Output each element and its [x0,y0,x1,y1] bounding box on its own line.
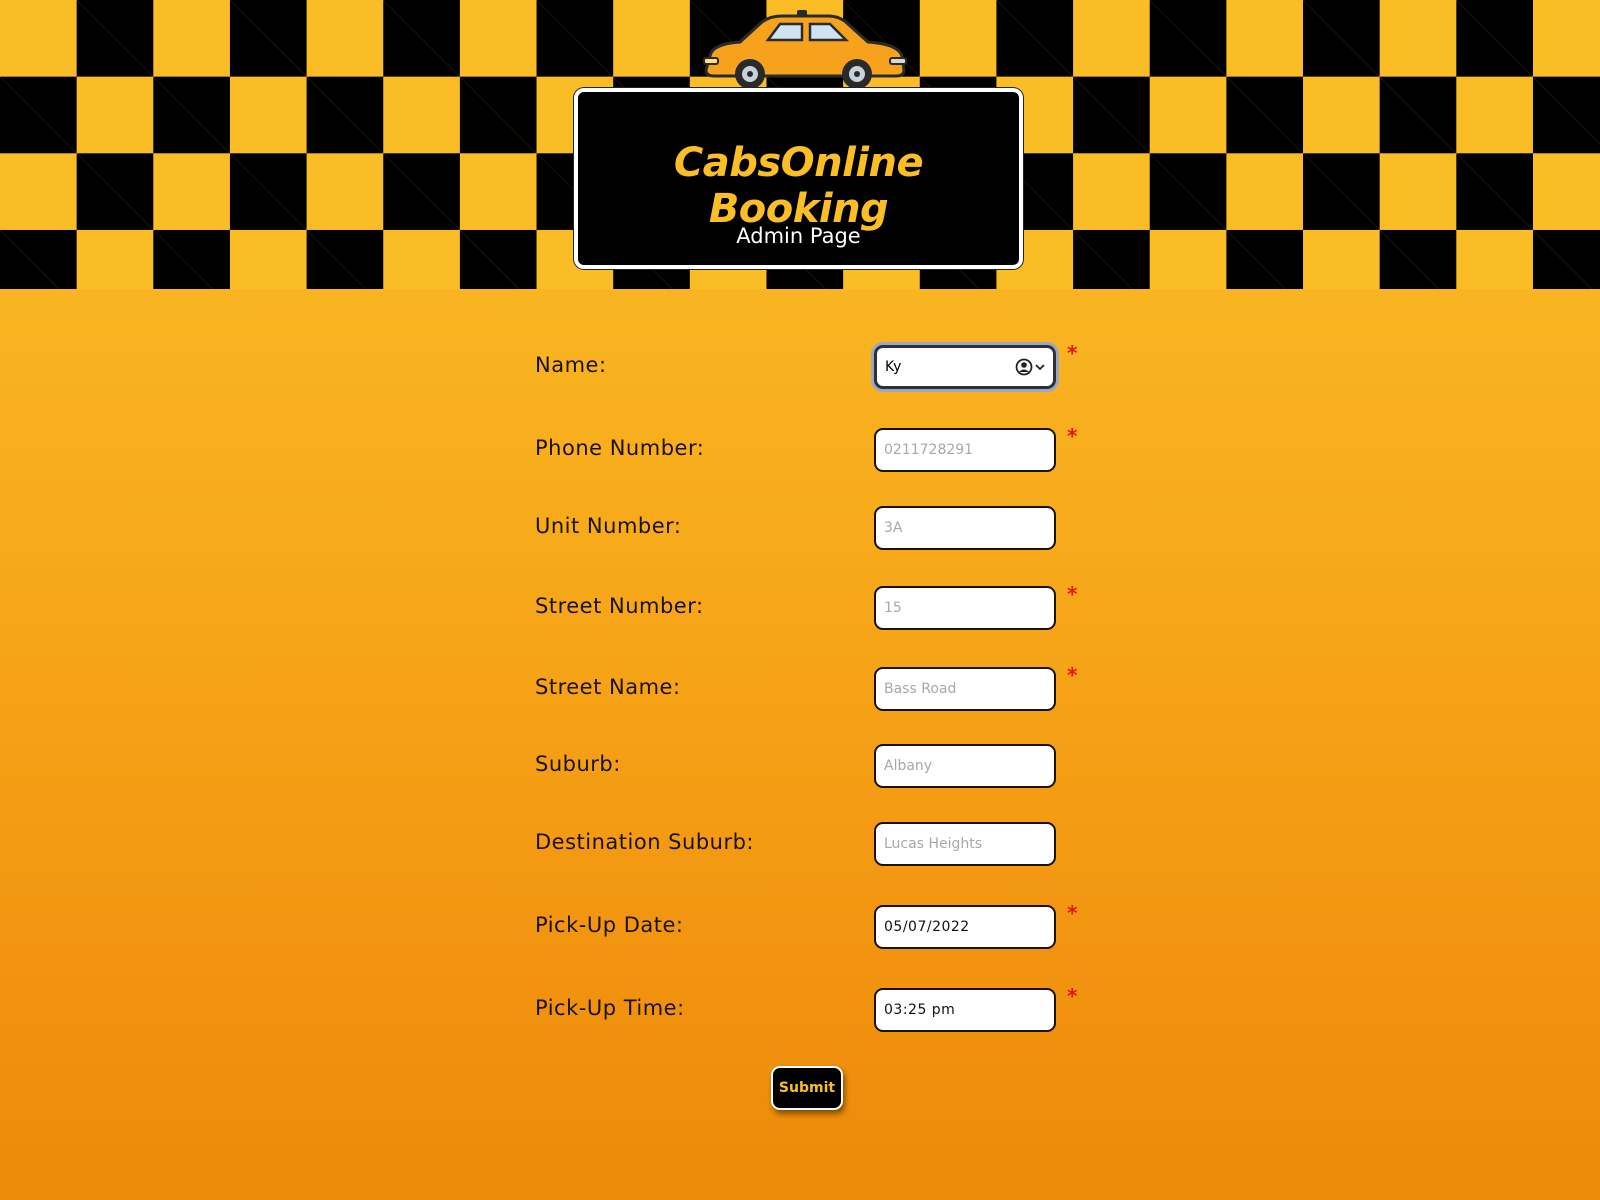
destination-suburb-label: Destination Suburb: [535,830,754,854]
submit-button[interactable]: Submit [771,1066,843,1110]
form-row-name: Name: * [535,341,1095,391]
form-row-phone: Phone Number: * [535,424,1095,474]
pickup-date-label: Pick-Up Date: [535,913,684,937]
form-row-street-number: Street Number: * [535,582,1095,632]
phone-input[interactable] [874,428,1056,472]
street-number-label: Street Number: [535,594,704,618]
unit-input[interactable] [874,506,1056,550]
pickup-date-input[interactable] [874,905,1056,949]
required-asterisk: * [1067,984,1078,1008]
taxi-car-icon [703,10,907,89]
form-row-street-name: Street Name: * [535,663,1095,713]
destination-suburb-input[interactable] [874,822,1056,866]
required-asterisk: * [1067,901,1078,925]
suburb-label: Suburb: [535,752,621,776]
required-asterisk: * [1067,424,1078,448]
form-row-pickup-time: Pick-Up Time: * [535,984,1095,1034]
form-row-pickup-date: Pick-Up Date: * [535,901,1095,951]
required-asterisk: * [1067,663,1078,687]
suburb-input[interactable] [874,744,1056,788]
phone-label: Phone Number: [535,436,705,460]
contact-autofill-icon[interactable] [1014,357,1048,377]
pickup-time-label: Pick-Up Time: [535,996,685,1020]
unit-label: Unit Number: [535,514,682,538]
pickup-time-input[interactable] [874,988,1056,1032]
form-row-unit: Unit Number: [535,506,1095,552]
required-asterisk: * [1067,341,1078,365]
street-name-input[interactable] [874,667,1056,711]
form-row-destination-suburb: Destination Suburb: [535,822,1095,868]
page-title: CabsOnline Booking [673,140,924,232]
street-name-label: Street Name: [535,675,681,699]
form-row-suburb: Suburb: [535,744,1095,790]
street-number-input[interactable] [874,586,1056,630]
name-label: Name: [535,353,607,377]
page-subtitle: Admin Page [736,224,861,248]
required-asterisk: * [1067,582,1078,606]
title-card: CabsOnline Booking Admin Page [574,88,1023,269]
